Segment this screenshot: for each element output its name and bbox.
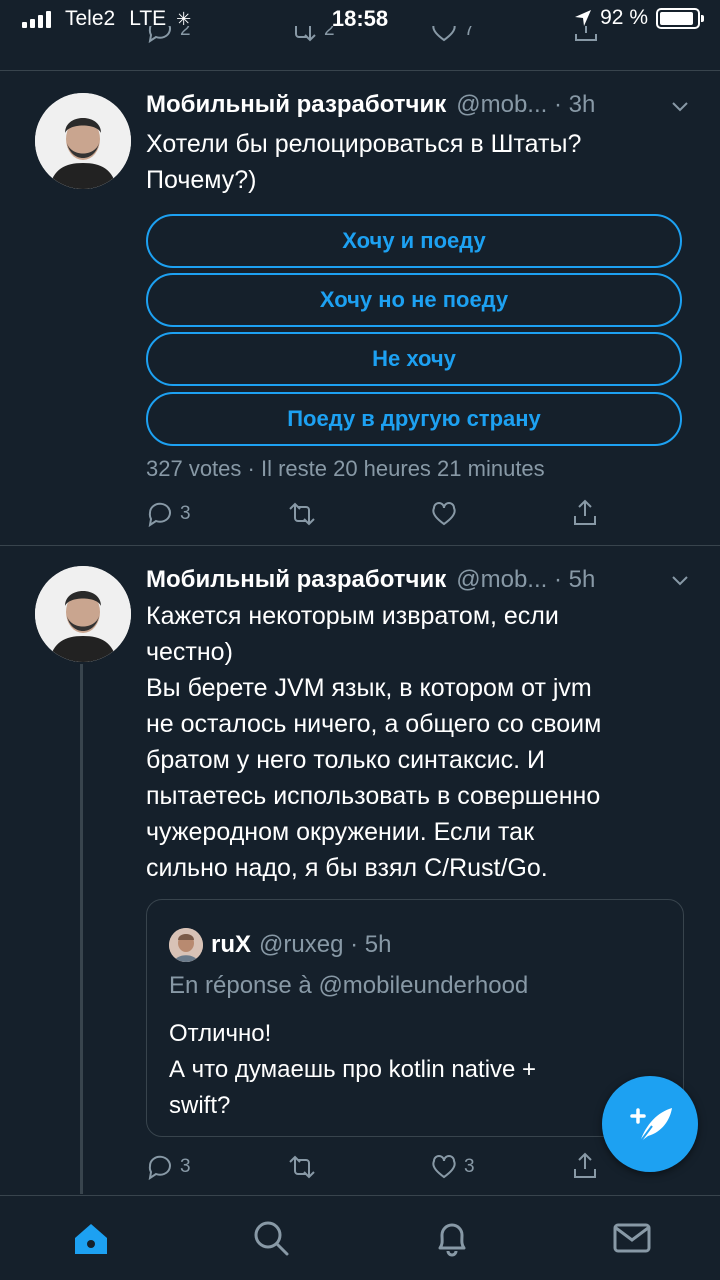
prev-retweet-button[interactable]: 2 bbox=[288, 26, 335, 44]
tweet-text: Кажется некоторым извратом, если честно)… bbox=[146, 602, 602, 882]
location-icon bbox=[575, 10, 592, 26]
heart-icon bbox=[432, 1155, 456, 1179]
like-button[interactable]: 3 bbox=[430, 1153, 475, 1181]
tab-bar bbox=[0, 1195, 720, 1280]
chevron-down-icon[interactable] bbox=[670, 570, 690, 590]
like-button[interactable] bbox=[430, 500, 458, 528]
prev-tweet-actions: 2 2 7 bbox=[0, 26, 720, 56]
poll-option-1[interactable]: Хочу и поеду bbox=[146, 214, 682, 268]
tab-search[interactable] bbox=[249, 1216, 293, 1260]
heart-icon bbox=[432, 26, 456, 42]
divider bbox=[0, 70, 720, 71]
quote-handle-time: @ruxeg · 5h bbox=[259, 931, 392, 958]
author-handle-time: @mob... · 5h bbox=[456, 566, 596, 593]
tweet-header: Мобильный разработчик @mob... · 3h bbox=[146, 91, 595, 119]
quote-avatar bbox=[169, 928, 203, 962]
retweet-icon bbox=[289, 502, 315, 526]
reply-button[interactable]: 3 bbox=[146, 500, 191, 528]
poll-meta: 327 votes · Il reste 20 heures 21 minute… bbox=[146, 456, 545, 481]
poll-option-4[interactable]: Поеду в другую страну bbox=[146, 392, 682, 446]
reply-icon bbox=[148, 26, 171, 44]
quote-header: ruX @ruxeg · 5h bbox=[169, 928, 391, 962]
compose-tweet-button[interactable] bbox=[602, 1076, 698, 1172]
avatar-portrait bbox=[35, 566, 131, 662]
poll-option-2[interactable]: Хочу но не поеду bbox=[146, 273, 682, 327]
author-handle-time: @mob... · 3h bbox=[456, 91, 596, 118]
reply-count: 3 bbox=[180, 503, 191, 524]
author-name[interactable]: Мобильный разработчик bbox=[146, 91, 446, 119]
share-icon bbox=[574, 1152, 596, 1178]
retweet-button[interactable] bbox=[287, 500, 317, 528]
compose-tweet-icon bbox=[630, 1108, 672, 1143]
mail-icon bbox=[613, 1223, 651, 1253]
chevron-down-icon[interactable] bbox=[670, 96, 690, 116]
search-icon bbox=[254, 1221, 289, 1256]
author-name[interactable]: Мобильный разработчик bbox=[146, 566, 446, 594]
tweet-header: Мобильный разработчик @mob... · 5h bbox=[146, 566, 595, 594]
retweet-icon bbox=[289, 1155, 315, 1179]
tab-messages[interactable] bbox=[610, 1216, 654, 1260]
reply-count: 3 bbox=[180, 1156, 191, 1177]
prev-like-button[interactable]: 7 bbox=[430, 26, 475, 44]
retweet-icon bbox=[295, 26, 316, 42]
prev-share-button[interactable] bbox=[572, 26, 600, 44]
quote-author-name: ruX bbox=[211, 931, 252, 958]
reply-icon bbox=[148, 1155, 171, 1181]
divider bbox=[0, 545, 720, 546]
share-button[interactable] bbox=[571, 498, 599, 528]
poll-option-3[interactable]: Не хочу bbox=[146, 332, 682, 386]
retweet-button[interactable] bbox=[287, 1153, 317, 1181]
reply-button[interactable]: 3 bbox=[146, 1153, 191, 1181]
reply-icon bbox=[148, 502, 171, 528]
tab-notifications[interactable] bbox=[430, 1216, 474, 1260]
avatar[interactable] bbox=[35, 93, 131, 189]
like-count: 3 bbox=[464, 1156, 475, 1177]
heart-icon bbox=[432, 502, 456, 526]
prev-reply-button[interactable]: 2 bbox=[146, 26, 191, 44]
share-button[interactable] bbox=[571, 1151, 599, 1181]
home-icon bbox=[75, 1224, 107, 1254]
thread-line bbox=[80, 664, 83, 1194]
share-icon bbox=[575, 26, 597, 41]
avatar[interactable] bbox=[35, 566, 131, 662]
tweet-text: Хотели бы релоцироваться в Штаты? Почему… bbox=[146, 130, 582, 194]
quote-text: Отлично! А что думаешь про kotlin native… bbox=[169, 1020, 537, 1119]
share-icon bbox=[574, 499, 596, 525]
tab-home[interactable] bbox=[69, 1216, 113, 1260]
quote-reply-to: En réponse à @mobileunderhood bbox=[169, 972, 529, 999]
bell-icon bbox=[438, 1223, 466, 1257]
avatar-portrait bbox=[35, 93, 131, 189]
